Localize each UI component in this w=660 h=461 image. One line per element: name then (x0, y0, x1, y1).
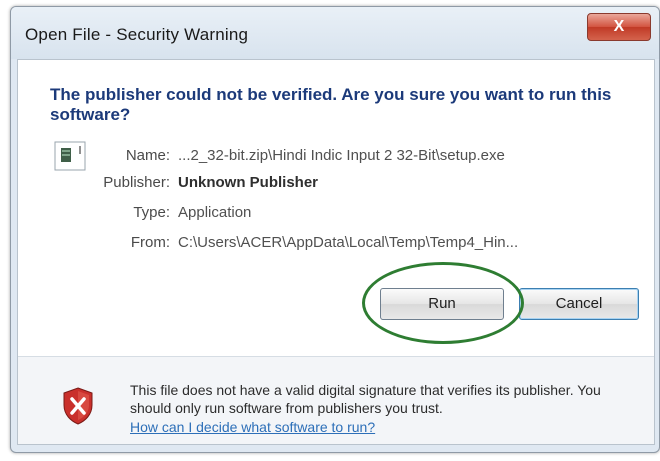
title-bar: Open File - Security Warning X (11, 7, 659, 59)
security-warning-dialog: Open File - Security Warning X The publi… (10, 6, 660, 453)
from-value: C:\Users\ACER\AppData\Local\Temp\Temp4_H… (178, 234, 519, 251)
type-value: Application (178, 204, 252, 221)
dialog-content: The publisher could not be verified. Are… (17, 59, 655, 445)
signature-warning-text: This file does not have a valid digital … (130, 382, 601, 416)
name-label: Name: (125, 147, 170, 164)
security-shield-warning-icon (63, 387, 93, 425)
footer-panel: This file does not have a valid digital … (18, 357, 654, 444)
run-button[interactable]: Run (380, 288, 504, 320)
help-link[interactable]: How can I decide what software to run? (130, 419, 375, 435)
warning-question: The publisher could not be verified. Are… (50, 85, 612, 124)
publisher-label: Publisher: (103, 174, 170, 191)
name-value: ...2_32-bit.zip\Hindi Indic Input 2 32-B… (178, 147, 505, 164)
from-label: From: (130, 234, 170, 251)
window-title: Open File - Security Warning (25, 25, 249, 44)
type-label: Type: (133, 204, 170, 221)
cancel-button[interactable]: Cancel (519, 288, 639, 320)
close-button[interactable]: X (587, 13, 651, 41)
publisher-value: Unknown Publisher (178, 174, 319, 191)
